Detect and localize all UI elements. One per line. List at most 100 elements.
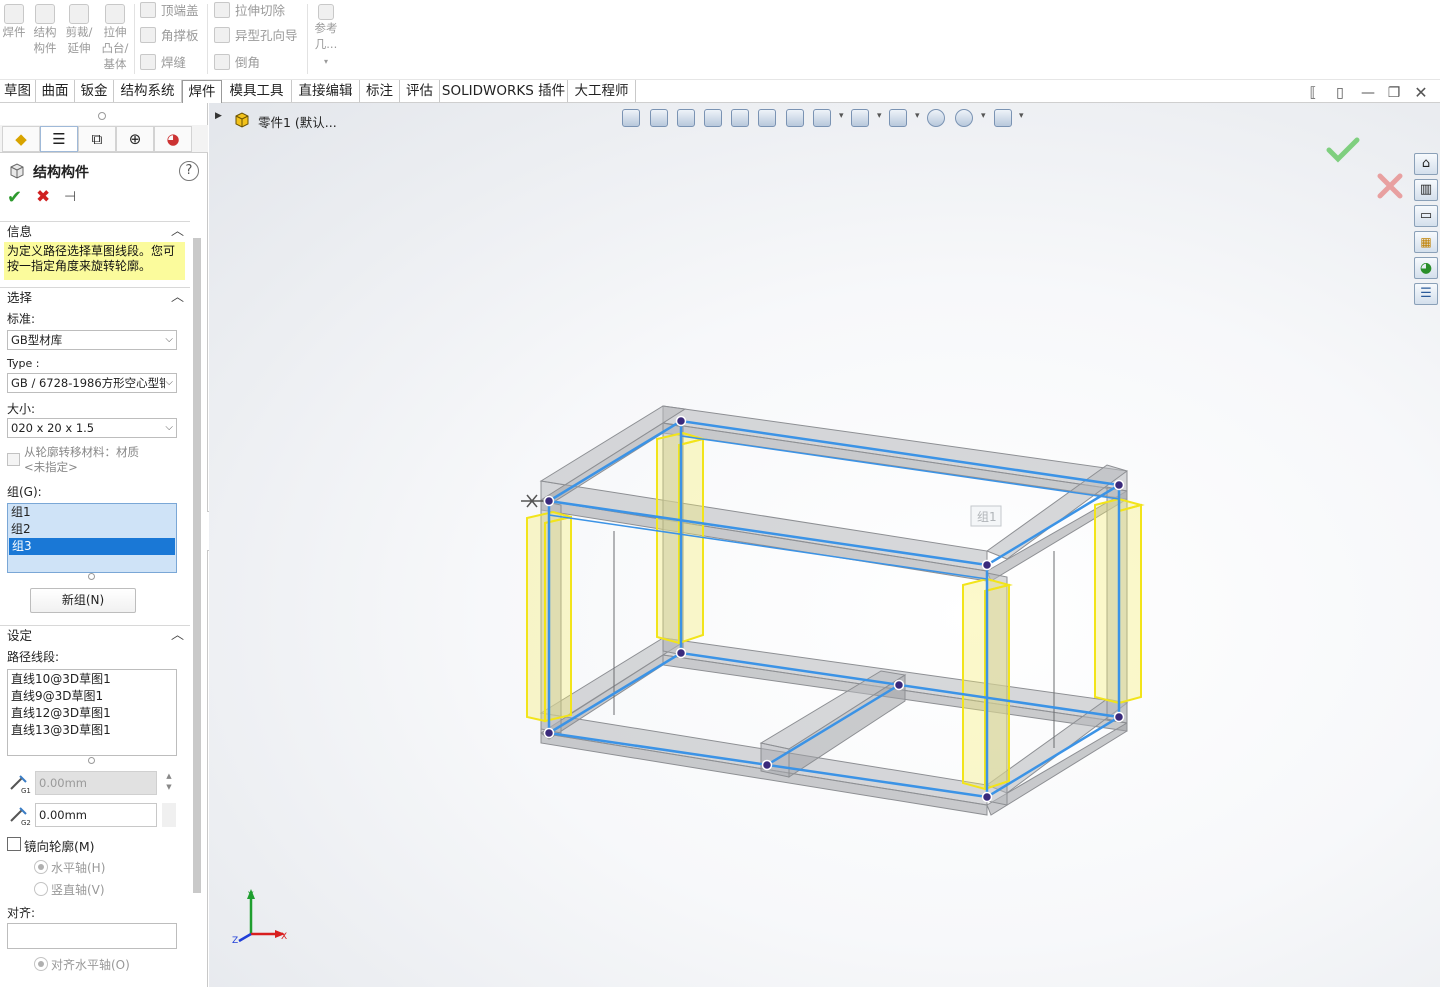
transfer-material-label: 从轮廓转移材料：材质 <未指定> bbox=[24, 445, 139, 475]
path-item-3[interactable]: 直线12@3D草图1 bbox=[8, 705, 176, 722]
crosshair-icon: ⊕ bbox=[128, 130, 142, 148]
group-list[interactable]: 组1 组2 组3 bbox=[7, 503, 177, 573]
configuration-manager-tab[interactable]: ⧉ bbox=[78, 126, 116, 152]
standard-label: 标准: bbox=[7, 312, 36, 326]
panel-splitter-grip[interactable] bbox=[98, 112, 106, 120]
close-icon[interactable]: ✕ bbox=[1413, 85, 1429, 102]
transfer-material-sub: <未指定> bbox=[24, 460, 78, 474]
weldment-button[interactable]: 焊件 bbox=[0, 2, 32, 40]
path-item-2[interactable]: 直线9@3D草图1 bbox=[8, 688, 176, 705]
align-horizontal-radio[interactable] bbox=[34, 957, 48, 971]
gusset-icon bbox=[140, 27, 156, 43]
pushpin-icon[interactable]: ⊣ bbox=[64, 189, 76, 205]
tab-structure-system[interactable]: 结构系统 bbox=[114, 80, 182, 102]
tile-panel-icon[interactable]: ▯ bbox=[1332, 86, 1348, 102]
end-cap-button[interactable]: 顶端盖 bbox=[140, 0, 199, 22]
frame-members[interactable] bbox=[539, 405, 1129, 816]
type-value: GB / 6728-1986方形空心型钢 bbox=[11, 376, 171, 390]
weldment-icon bbox=[4, 4, 24, 24]
standard-value: GB型材库 bbox=[11, 333, 63, 347]
model-view[interactable]: 组1 Y X Z bbox=[209, 103, 1440, 987]
panel-scrollbar[interactable] bbox=[193, 238, 201, 893]
group-callout[interactable]: 组1 bbox=[970, 505, 1002, 527]
ribbon-separator bbox=[207, 4, 208, 74]
chevron-up-icon[interactable]: ︿ bbox=[171, 626, 184, 646]
gap-g2-input[interactable]: 0.00mm bbox=[35, 803, 157, 827]
dimxpert-tab[interactable]: ⊕ bbox=[116, 126, 154, 152]
chamfer-button[interactable]: 倒角 bbox=[214, 52, 260, 74]
chevron-up-icon[interactable]: ︿ bbox=[171, 222, 184, 242]
weld-bead-button[interactable]: 焊缝 bbox=[140, 52, 186, 74]
vertical-axis-radio[interactable] bbox=[34, 882, 48, 896]
group-item-3[interactable]: 组3 bbox=[9, 538, 175, 555]
settings-section-header[interactable]: 设定 ︿ bbox=[0, 625, 190, 645]
chevron-up-icon[interactable]: ︿ bbox=[171, 288, 184, 308]
path-item-4[interactable]: 直线13@3D草图1 bbox=[8, 722, 176, 739]
info-header-label: 信息 bbox=[7, 224, 33, 239]
list-resize-grip[interactable] bbox=[88, 757, 95, 764]
tab-direct-editing[interactable]: 直接编辑 bbox=[292, 80, 360, 102]
trim-extend-button[interactable]: 剪裁/延伸 bbox=[62, 2, 96, 56]
tab-weldments[interactable]: 焊件 bbox=[182, 80, 222, 103]
tab-sketch[interactable]: 草图 bbox=[0, 80, 36, 102]
tab-sheet-metal[interactable]: 钣金 bbox=[75, 80, 114, 102]
display-manager-tab[interactable]: ◕ bbox=[154, 126, 192, 152]
info-section-header[interactable]: 信息 ︿ bbox=[0, 221, 190, 241]
command-tab-bar: 草图 曲面 钣金 结构系统 焊件 模具工具 直接编辑 标注 评估 SOLIDWO… bbox=[0, 80, 1440, 103]
gap-g1-input[interactable]: 0.00mm bbox=[35, 771, 157, 795]
gap-g2-spinner[interactable] bbox=[162, 803, 176, 827]
path-segments-label: 路径线段: bbox=[7, 650, 60, 664]
reference-geometry-label: 参考几... bbox=[314, 21, 338, 51]
feature-manager-tab[interactable]: ◆ bbox=[2, 126, 40, 152]
path-item-1[interactable]: 直线10@3D草图1 bbox=[8, 671, 176, 688]
tab-surface[interactable]: 曲面 bbox=[36, 80, 75, 102]
gap-g1-spinner[interactable]: ▲ ▼ bbox=[162, 771, 176, 795]
structural-member-button[interactable]: 结构构件 bbox=[30, 2, 60, 56]
reference-geometry-button[interactable]: 参考几... ▾ bbox=[310, 2, 342, 70]
new-group-button[interactable]: 新组(N) bbox=[30, 588, 136, 613]
group-item-2[interactable]: 组2 bbox=[8, 521, 176, 538]
standard-select[interactable]: GB型材库 ⌵ bbox=[7, 330, 177, 350]
extrude-cut-icon bbox=[214, 2, 230, 18]
size-value: 020 x 20 x 1.5 bbox=[11, 421, 95, 435]
align-label: 对齐: bbox=[7, 906, 36, 920]
help-button[interactable]: ? bbox=[179, 161, 199, 181]
weld-bead-label: 焊缝 bbox=[161, 55, 187, 70]
tab-engineer[interactable]: 大工程师 bbox=[568, 80, 636, 102]
trim-extend-icon bbox=[69, 4, 89, 24]
property-manager-tab[interactable]: ☰ bbox=[40, 126, 78, 152]
gusset-button[interactable]: 角撑板 bbox=[140, 25, 199, 47]
panel-tabs: ◆ ☰ ⧉ ⊕ ◕ bbox=[0, 125, 208, 153]
selection-section-header[interactable]: 选择 ︿ bbox=[0, 287, 190, 307]
gap-g1-tag: G1 bbox=[21, 787, 31, 795]
cancel-x-icon[interactable]: ✖ bbox=[36, 187, 50, 207]
align-input[interactable] bbox=[7, 923, 177, 949]
tab-markup[interactable]: 标注 bbox=[360, 80, 400, 102]
minimize-icon[interactable]: — bbox=[1360, 86, 1376, 102]
triad-x-label: X bbox=[281, 932, 287, 942]
ok-check-icon[interactable]: ✔ bbox=[7, 187, 22, 208]
size-select[interactable]: 020 x 20 x 1.5 ⌵ bbox=[7, 418, 177, 438]
info-message: 为定义路径选择草图线段。您可按一指定角度来旋转轮廓。 bbox=[4, 242, 185, 280]
tab-mold-tools[interactable]: 模具工具 bbox=[222, 80, 292, 102]
transfer-material-checkbox[interactable] bbox=[7, 453, 20, 466]
vertical-axis-label: 竖直轴(V) bbox=[51, 883, 105, 897]
tab-evaluate[interactable]: 评估 bbox=[400, 80, 440, 102]
horizontal-axis-radio[interactable] bbox=[34, 860, 48, 874]
gusset-label: 角撑板 bbox=[161, 28, 199, 43]
group-item-1[interactable]: 组1 bbox=[8, 504, 176, 521]
gap-g1-icon: G1 bbox=[8, 771, 32, 795]
hole-wizard-icon bbox=[214, 27, 230, 43]
transfer-material-text: 从轮廓转移材料：材质 bbox=[24, 445, 139, 459]
collapse-panel-icon[interactable]: ⟦ bbox=[1305, 86, 1321, 102]
hole-wizard-button[interactable]: 异型孔向导 bbox=[214, 25, 298, 47]
path-segments-list[interactable]: 直线10@3D草图1 直线9@3D草图1 直线12@3D草图1 直线13@3D草… bbox=[7, 669, 177, 756]
extrude-cut-button[interactable]: 拉伸切除 bbox=[214, 0, 285, 22]
type-select[interactable]: GB / 6728-1986方形空心型钢 ⌵ bbox=[7, 373, 177, 393]
restore-icon[interactable]: ❐ bbox=[1386, 86, 1402, 102]
extrude-boss-button[interactable]: 拉伸凸台/基体 bbox=[99, 2, 131, 72]
tab-solidworks-addins[interactable]: SOLIDWORKS 插件 bbox=[440, 80, 568, 102]
list-resize-grip[interactable] bbox=[88, 573, 95, 580]
graphics-area[interactable]: ▶ 零件1 (默认... ▾ ▾ ▾ ▾ ▾ ⌂ ▥ ▭ ▦ ◕ ☰ 组1 Y … bbox=[209, 103, 1440, 987]
mirror-profile-checkbox[interactable] bbox=[7, 837, 21, 851]
